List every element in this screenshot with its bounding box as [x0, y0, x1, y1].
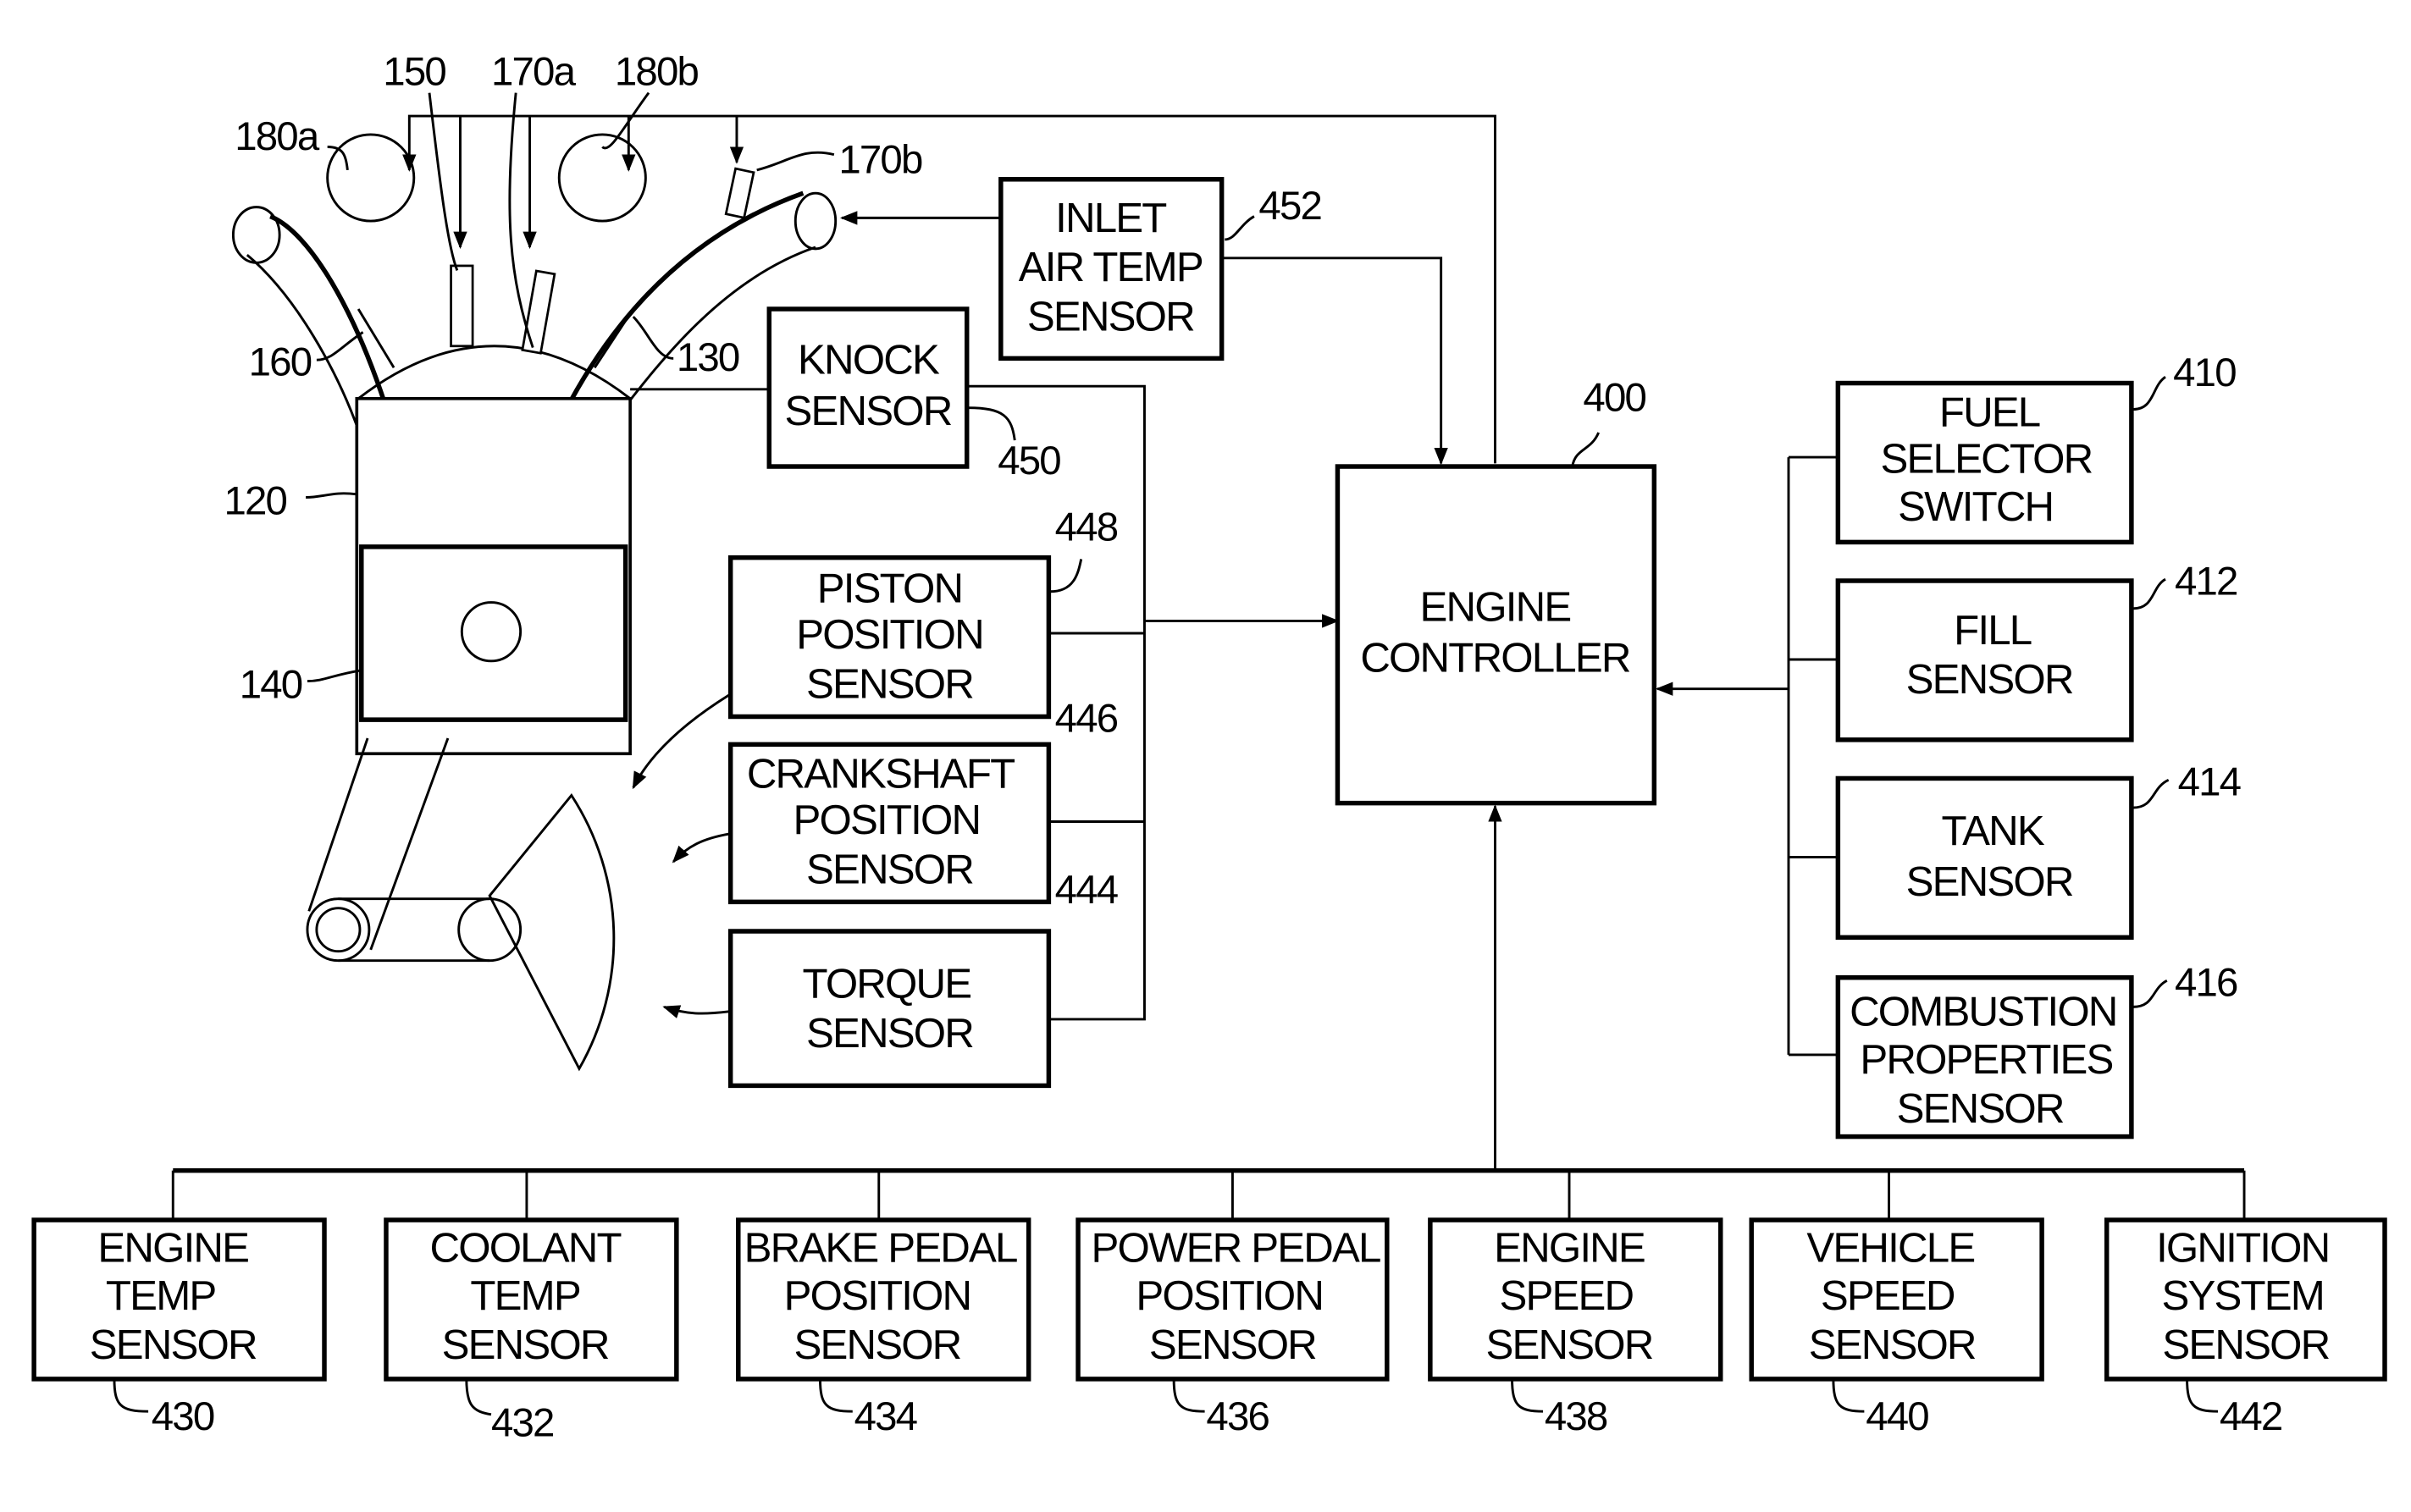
ignition-system-sensor: IGNITION SYSTEM SENSOR 442	[2104, 1217, 2387, 1439]
fill-sensor: FILL SENSOR 412	[1835, 559, 2238, 742]
svg-text:CONTROLLER: CONTROLLER	[1360, 635, 1630, 682]
engine-temp-sensor: ENGINE TEMP SENSOR 430	[31, 1217, 327, 1439]
svg-text:COOLANT: COOLANT	[429, 1224, 621, 1271]
svg-text:SENSOR: SENSOR	[806, 1010, 973, 1057]
piston-140	[359, 544, 628, 722]
svg-text:414: 414	[2178, 760, 2241, 805]
svg-text:TORQUE: TORQUE	[802, 960, 970, 1007]
svg-text:POSITION: POSITION	[794, 797, 981, 843]
svg-text:416: 416	[2175, 961, 2237, 1006]
svg-text:FUEL: FUEL	[1939, 389, 2040, 436]
svg-text:SENSOR: SENSOR	[806, 661, 973, 708]
svg-text:412: 412	[2175, 559, 2237, 604]
ref-180a: 180a	[235, 114, 320, 159]
svg-text:ENGINE: ENGINE	[1494, 1224, 1645, 1271]
ref-170b: 170b	[838, 138, 922, 183]
bottom-bus-drops	[171, 1170, 2246, 1221]
svg-text:434: 434	[854, 1394, 917, 1439]
fuel-selector-switch: FUEL SELECTOR SWITCH 410	[1835, 350, 2237, 545]
svg-text:ENGINE: ENGINE	[1420, 583, 1571, 630]
ref-180b: 180b	[615, 50, 699, 95]
svg-text:TANK: TANK	[1942, 808, 2045, 854]
svg-text:444: 444	[1055, 868, 1118, 913]
svg-text:SENSOR: SENSOR	[806, 846, 973, 892]
svg-text:SENSOR: SENSOR	[794, 1322, 960, 1368]
svg-text:CRANKSHAFT: CRANKSHAFT	[747, 750, 1015, 797]
svg-text:452: 452	[1258, 184, 1321, 229]
svg-text:POSITION: POSITION	[796, 611, 983, 658]
svg-text:410: 410	[2173, 350, 2236, 395]
valve-180a	[326, 133, 416, 223]
ref-150: 150	[383, 50, 445, 95]
ref-160: 160	[249, 339, 312, 384]
svg-text:430: 430	[152, 1394, 214, 1439]
engine-control-diagram: 150 170a 180b 180a 170b 160 130 120 140 …	[31, 50, 2387, 1445]
svg-text:440: 440	[1866, 1394, 1928, 1439]
svg-text:SWITCH: SWITCH	[1898, 483, 2053, 530]
spark-plug	[450, 264, 474, 348]
coolant-temp-sensor: COOLANT TEMP SENSOR 432	[384, 1217, 679, 1445]
piston-position-sensor: PISTON POSITION SENSOR 448	[727, 505, 1120, 720]
engine-speed-sensor: ENGINE SPEED SENSOR 438	[1428, 1217, 1723, 1439]
ref-170a: 170a	[491, 50, 577, 95]
svg-text:SPEED: SPEED	[1821, 1272, 1955, 1319]
svg-text:INLET: INLET	[1055, 195, 1166, 241]
svg-text:PISTON: PISTON	[817, 566, 962, 612]
svg-text:PROPERTIES: PROPERTIES	[1860, 1036, 2112, 1083]
svg-text:ENGINE: ENGINE	[97, 1224, 248, 1271]
svg-text:SENSOR: SENSOR	[1149, 1322, 1316, 1368]
brake-pedal-position-sensor: BRAKE PEDAL POSITION SENSOR 434	[736, 1217, 1031, 1439]
svg-text:SYSTEM: SYSTEM	[2161, 1272, 2324, 1319]
svg-text:SPEED: SPEED	[1499, 1272, 1633, 1319]
svg-text:BRAKE PEDAL: BRAKE PEDAL	[744, 1224, 1017, 1271]
svg-text:SENSOR: SENSOR	[90, 1322, 257, 1368]
svg-text:432: 432	[491, 1400, 554, 1445]
svg-text:SENSOR: SENSOR	[442, 1322, 609, 1368]
injector-170a	[521, 269, 556, 355]
tank-sensor: TANK SENSOR 414	[1835, 760, 2242, 941]
svg-text:AIR TEMP: AIR TEMP	[1019, 244, 1203, 290]
svg-text:POSITION: POSITION	[1136, 1272, 1323, 1319]
svg-text:400: 400	[1583, 375, 1645, 420]
svg-text:SENSOR: SENSOR	[785, 388, 952, 434]
svg-text:COMBUSTION: COMBUSTION	[1850, 988, 2116, 1035]
svg-text:SENSOR: SENSOR	[2162, 1322, 2329, 1368]
svg-text:SENSOR: SENSOR	[1897, 1085, 2064, 1132]
svg-text:448: 448	[1055, 505, 1118, 550]
svg-text:SENSOR: SENSOR	[1906, 858, 2073, 905]
svg-text:446: 446	[1055, 697, 1118, 742]
svg-text:KNOCK: KNOCK	[798, 337, 940, 384]
svg-text:POSITION: POSITION	[784, 1272, 971, 1319]
ref-140: 140	[240, 663, 302, 708]
ref-130: 130	[677, 335, 739, 380]
svg-text:POWER PEDAL: POWER PEDAL	[1092, 1224, 1381, 1271]
ref-120: 120	[224, 479, 286, 524]
svg-text:SENSOR: SENSOR	[1486, 1322, 1653, 1368]
svg-text:IGNITION: IGNITION	[2156, 1224, 2329, 1271]
svg-text:436: 436	[1206, 1394, 1269, 1439]
injector-170b	[724, 167, 755, 219]
svg-text:VEHICLE: VEHICLE	[1806, 1224, 1974, 1271]
svg-text:FILL: FILL	[1954, 607, 2032, 654]
svg-text:TEMP: TEMP	[106, 1272, 215, 1319]
svg-text:TEMP: TEMP	[470, 1272, 579, 1319]
svg-text:SELECTOR: SELECTOR	[1880, 435, 2092, 482]
power-pedal-position-sensor: POWER PEDAL POSITION SENSOR 436	[1076, 1217, 1390, 1439]
inlet-air-temp-sensor: INLET AIR TEMP SENSOR 452	[998, 177, 1323, 361]
svg-text:SENSOR: SENSOR	[1906, 656, 2073, 703]
svg-text:SENSOR: SENSOR	[1809, 1322, 1976, 1368]
svg-text:SENSOR: SENSOR	[1027, 294, 1194, 340]
svg-text:450: 450	[998, 439, 1060, 483]
svg-text:442: 442	[2220, 1394, 2282, 1439]
svg-text:438: 438	[1545, 1394, 1607, 1439]
combustion-properties-sensor: COMBUSTION PROPERTIES SENSOR 416	[1835, 961, 2239, 1140]
vehicle-speed-sensor: VEHICLE SPEED SENSOR 440	[1749, 1217, 2044, 1439]
